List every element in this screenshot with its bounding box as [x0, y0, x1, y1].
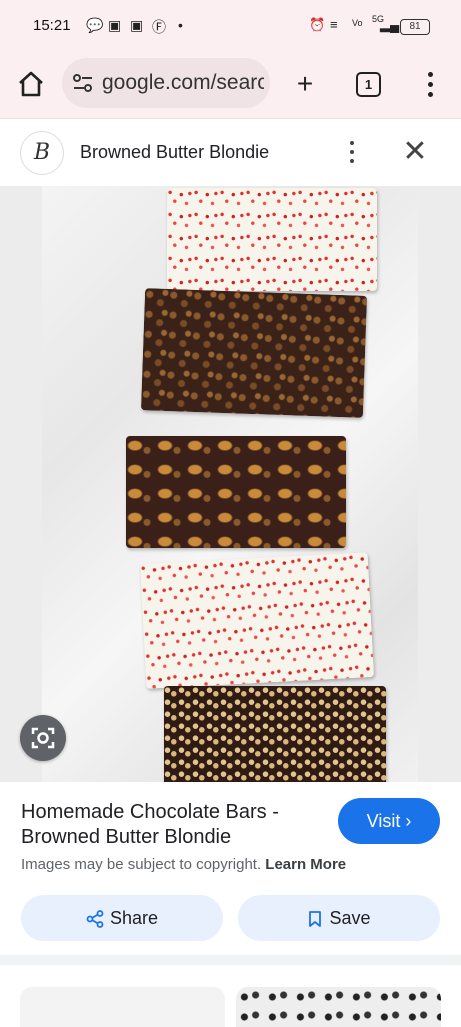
more-options-icon[interactable]: [344, 141, 360, 165]
lens-search-button[interactable]: [20, 715, 66, 761]
site-settings-icon[interactable]: [72, 73, 94, 93]
new-tab-icon[interactable]: +: [291, 70, 319, 98]
save-label: Save: [329, 908, 371, 928]
learn-more-link[interactable]: Learn More: [265, 856, 346, 873]
site-logo: B: [20, 131, 64, 175]
result-info-panel: Homemade Chocolate Bars - Browned Butter…: [0, 782, 461, 982]
related-result-card[interactable]: [236, 987, 441, 1027]
section-divider: [0, 955, 461, 965]
result-image[interactable]: [0, 186, 461, 782]
share-label: Share: [109, 908, 159, 928]
result-title[interactable]: Homemade Chocolate Bars - Browned Butter…: [21, 800, 321, 850]
chat-icon: 💬: [86, 17, 104, 33]
lens-icon: [31, 727, 55, 749]
peppermint-bar: [139, 552, 375, 689]
chevron-right-icon: ›: [405, 811, 412, 831]
volte-icon: Vo: [352, 18, 363, 28]
toffee-bar: [164, 686, 386, 782]
close-icon[interactable]: ✕: [400, 137, 430, 167]
result-header: B Browned Butter Blondie ✕: [0, 118, 461, 187]
copyright-text: Images may be subject to copyright.: [21, 856, 262, 873]
signal-icon: ▂▄: [380, 17, 400, 32]
visit-label: Visit: [366, 811, 401, 831]
address-bar[interactable]: google.com/search: [62, 58, 270, 108]
caramel-bar: [126, 436, 346, 548]
facebook-icon: Ⓕ: [152, 19, 166, 35]
tab-switcher-button[interactable]: 1: [356, 72, 381, 97]
share-button[interactable]: Share: [21, 895, 223, 941]
instagram-icon: ▣: [130, 17, 144, 33]
copyright-notice: Images may be subject to copyright. Lear…: [21, 856, 346, 873]
battery-indicator: 81: [400, 19, 430, 35]
save-button[interactable]: Save: [238, 895, 440, 941]
status-bar: 15:21 💬 ▣ ▣ Ⓕ • ⏰ ≡ Vo 5G ▂▄ 81: [0, 0, 461, 52]
share-icon: [86, 910, 104, 929]
dot-icon: •: [178, 17, 183, 33]
instagram-icon: ▣: [108, 17, 122, 33]
visit-button[interactable]: Visit ›: [338, 798, 440, 844]
pecan-bar: [140, 288, 368, 418]
url-text: google.com/search: [102, 71, 264, 94]
browser-menu-icon[interactable]: [420, 72, 440, 98]
site-name[interactable]: Browned Butter Blondie: [80, 142, 269, 163]
related-result-card[interactable]: [20, 987, 225, 1027]
vibrate-icon: ≡: [330, 17, 338, 32]
bookmark-icon: [309, 911, 322, 928]
alarm-icon: ⏰: [309, 17, 326, 32]
browser-toolbar: google.com/search + 1: [0, 52, 461, 118]
home-icon[interactable]: [16, 69, 46, 99]
status-time: 15:21: [33, 17, 71, 34]
peppermint-bar: [167, 188, 377, 291]
